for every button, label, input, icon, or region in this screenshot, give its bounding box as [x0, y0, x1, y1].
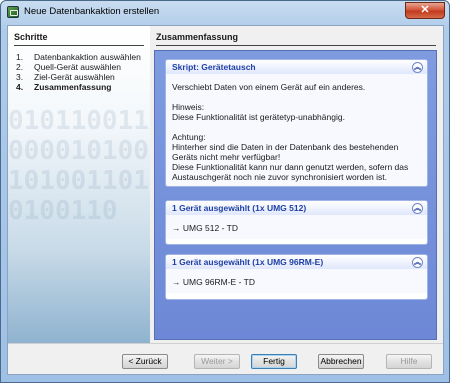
card-title: Skript: Gerätetausch: [172, 62, 256, 72]
target-device-card: 1 Gerät ausgewählt (1x UMG 96RM-E) ︽ → U…: [165, 254, 428, 300]
summary-cards-area[interactable]: Skript: Gerätetausch ︽ Verschiebt Daten …: [154, 50, 437, 340]
app-icon: [7, 6, 19, 18]
window-title: Neue Datenbankaktion erstellen: [24, 6, 160, 17]
button-bar: < Zurück Weiter > Fertig Abbrechen Hilfe: [8, 343, 443, 374]
card-body: → UMG 512 - TD: [166, 215, 427, 239]
step-item: 2. Quell-Gerät auswählen: [16, 62, 121, 72]
card-header[interactable]: 1 Gerät ausgewählt (1x UMG 512) ︽: [166, 201, 427, 215]
source-device-card: 1 Gerät ausgewählt (1x UMG 512) ︽ → UMG …: [165, 200, 428, 245]
back-button[interactable]: < Zurück: [122, 354, 168, 369]
chevron-up-icon[interactable]: ︽: [412, 62, 423, 73]
summary-heading: Zusammenfassung: [156, 32, 436, 46]
step-label: Ziel-Gerät auswählen: [34, 72, 115, 82]
dialog-client: 0101100110000101001010011010100110 Schri…: [7, 25, 444, 375]
step-label: Zusammenfassung: [34, 82, 112, 92]
step-item: 1. Datenbankaktion auswählen: [16, 52, 141, 62]
script-card: Skript: Gerätetausch ︽ Verschiebt Daten …: [165, 59, 428, 187]
cancel-button[interactable]: Abbrechen: [318, 354, 364, 369]
step-item-active: 4. Zusammenfassung: [16, 82, 112, 92]
dialog-window: Neue Datenbankaktion erstellen ✕ 0101100…: [0, 0, 450, 383]
next-button[interactable]: Weiter >: [194, 354, 240, 369]
card-body: → UMG 96RM-E - TD: [166, 269, 427, 293]
binary-watermark: 0101100110000101001010011010100110: [8, 106, 149, 226]
card-text: Verschiebt Daten von einem Gerät auf ein…: [172, 82, 366, 92]
card-title: 1 Gerät ausgewählt (1x UMG 96RM-E): [172, 257, 324, 267]
step-item: 3. Ziel-Gerät auswählen: [16, 72, 115, 82]
step-label: Quell-Gerät auswählen: [34, 62, 121, 72]
card-header[interactable]: 1 Gerät ausgewählt (1x UMG 96RM-E) ︽: [166, 255, 427, 269]
steps-heading: Schritte: [14, 32, 144, 46]
card-title: 1 Gerät ausgewählt (1x UMG 512): [172, 203, 307, 213]
card-body: Verschiebt Daten von einem Gerät auf ein…: [166, 74, 427, 186]
help-button[interactable]: Hilfe: [386, 354, 432, 369]
steps-list: 1. Datenbankaktion auswählen 2. Quell-Gerä…: [16, 52, 146, 92]
card-header[interactable]: Skript: Gerätetausch ︽: [166, 60, 427, 74]
steps-panel: 0101100110000101001010011010100110 Schri…: [8, 26, 150, 343]
finish-button[interactable]: Fertig: [251, 354, 297, 369]
step-label: Datenbankaktion auswählen: [34, 52, 141, 62]
card-text: Achtung: Hinterher sind die Daten in der…: [172, 132, 409, 182]
chevron-up-icon[interactable]: ︽: [412, 257, 423, 268]
close-button[interactable]: ✕: [405, 2, 445, 19]
title-bar[interactable]: Neue Datenbankaktion erstellen ✕: [1, 1, 449, 23]
device-entry: → UMG 96RM-E - TD: [172, 277, 255, 287]
summary-panel: Zusammenfassung Skript: Gerätetausch ︽ V…: [150, 26, 443, 343]
device-entry: → UMG 512 - TD: [172, 223, 238, 233]
chevron-up-icon[interactable]: ︽: [412, 203, 423, 214]
card-text: Hinweis: Diese Funktionalität ist geräte…: [172, 102, 345, 122]
